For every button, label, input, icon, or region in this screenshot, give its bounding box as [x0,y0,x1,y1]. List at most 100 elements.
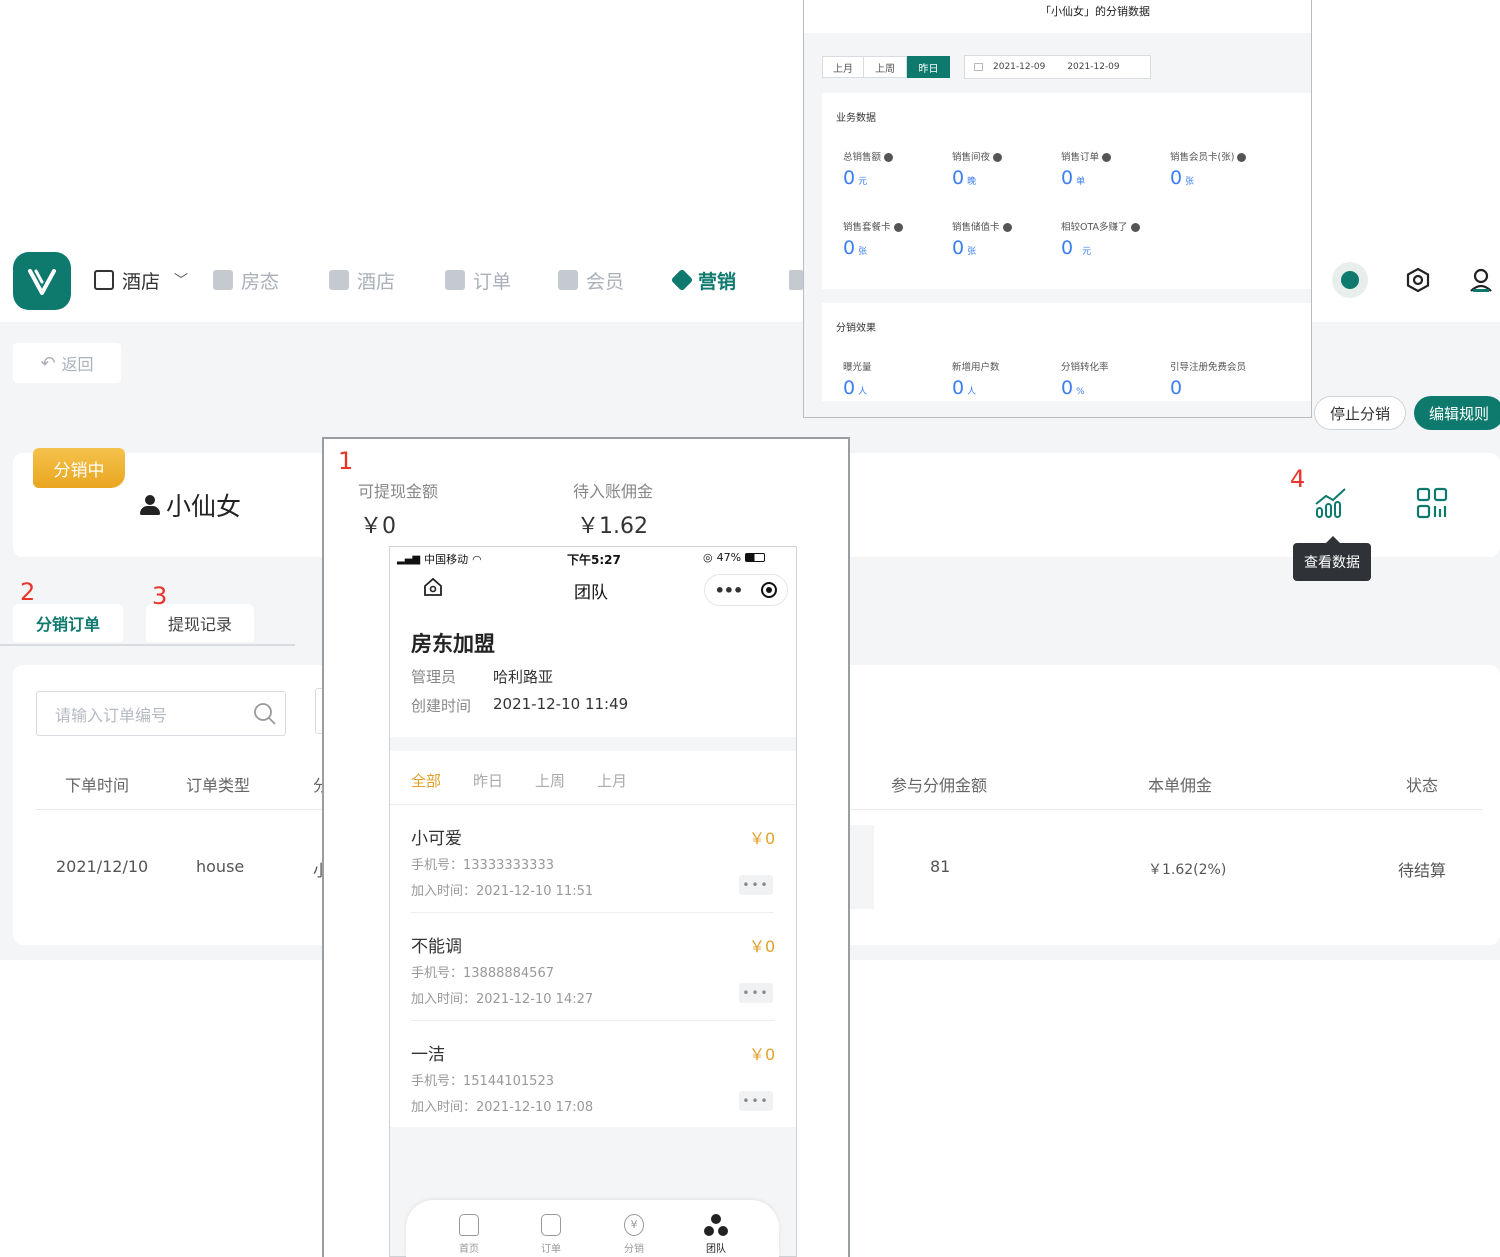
miniprogram-capsule[interactable]: ••• [704,574,788,606]
stat-unit: 单 [1076,177,1086,187]
period-last-week[interactable]: 上周 [864,56,907,78]
battery-icon [745,553,766,562]
member-divider [411,912,774,913]
back-button[interactable]: ↶ 返回 [13,343,121,383]
search-icon [254,703,276,725]
filter-last-month[interactable]: 上月 [597,770,627,791]
nav-members[interactable]: 会员 [558,266,624,294]
member-amount: ￥0 [749,1045,776,1064]
link-icon[interactable] [1332,262,1368,298]
help-icon[interactable] [884,153,894,162]
carrier-name: 中国移动 [424,553,469,566]
stat-label-text: 总销售额 [843,152,882,163]
stat-number: 0 [1170,377,1183,399]
tabbar-team[interactable]: 团队 [696,1214,736,1255]
more-dots-icon[interactable]: ••• [715,581,744,600]
member-joined: 加入时间：2021-12-10 17:08 [411,1100,594,1115]
nav-hotel-switch[interactable]: 酒店 ﹀ [94,266,188,294]
close-miniprogram-icon[interactable] [761,582,778,598]
stat-number: 0 [1061,167,1074,189]
tabbar-orders[interactable]: 订单 [531,1214,571,1255]
help-icon[interactable] [1130,223,1140,232]
period-last-month[interactable]: 上月 [822,56,864,78]
tabbar-orders-label: 订单 [541,1244,561,1255]
stat-number: 0 [843,167,856,189]
member-more-button[interactable]: ••• [739,983,773,1003]
diamond-icon [558,270,578,290]
team-name: 房东加盟 [411,632,495,656]
annotation-marker-3: 3 [152,582,168,610]
member-more-button[interactable]: ••• [739,875,773,895]
withdrawable-label: 可提现金额 [358,482,439,501]
tabbar-home[interactable]: 首页 [449,1214,489,1255]
settings-icon[interactable] [1405,267,1431,293]
tab-underline [0,644,295,646]
user-avatar-icon[interactable] [1468,267,1494,293]
team-icon [704,1214,728,1238]
view-data-tooltip: 查看数据 [1293,536,1371,581]
stop-distribution-button[interactable]: 停止分销 [1314,396,1406,430]
tab-distribution-orders[interactable]: 分销订单 [13,604,123,642]
person-icon [140,495,160,515]
member-more-button[interactable]: ••• [739,1091,773,1111]
nav-hotel-switch-label: 酒店 [122,270,161,293]
stat-label-text: 销售储值卡 [952,222,1000,233]
stat-unit: 张 [967,247,977,257]
home-icon[interactable] [422,576,444,598]
nav-room-status[interactable]: 房态 [213,266,279,294]
nav-overflow-icon[interactable] [789,270,803,290]
nav-room-status-label: 房态 [241,270,280,293]
wifi-icon: ◠ [472,552,482,566]
stat-label: 销售套餐卡 [843,219,903,233]
tabbar-distribution-label: 分销 [624,1244,644,1255]
nav-hotel[interactable]: 酒店 [329,266,395,294]
chart-data-icon[interactable] [1314,486,1348,518]
nav-marketing[interactable]: 营销 [670,266,736,294]
qr-code-icon[interactable] [1416,487,1448,519]
stat-number: 0 [952,237,965,259]
stat-value: 0人 [952,377,976,399]
admin-label: 管理员 [411,668,457,686]
stat-value: 0晚 [952,167,976,189]
withdrawable-value: ￥0 [360,514,396,539]
business-data-card [822,93,1311,289]
stat-unit: 人 [858,387,868,397]
member-name: 不能调 [411,937,462,957]
annotation-marker-2: 2 [20,578,36,606]
building-icon [94,270,114,290]
nav-hotel-label: 酒店 [357,270,396,293]
back-button-label: 返回 [61,355,94,374]
filter-all[interactable]: 全部 [411,770,441,791]
member-divider [411,1020,774,1021]
filter-last-week[interactable]: 上周 [535,770,565,791]
th-status: 状态 [1406,776,1439,795]
alarm-icon: ◎ [703,551,713,564]
order-search-placeholder: 请输入订单编号 [55,705,168,725]
help-icon[interactable] [1102,153,1112,162]
stat-label: 销售订单 [1061,149,1112,163]
cell-status: 待结算 [1398,861,1447,880]
pending-value: ￥1.62 [577,514,648,539]
filter-yesterday[interactable]: 昨日 [473,770,503,791]
tabbar-distribution[interactable]: ¥ 分销 [614,1214,654,1255]
date-range-picker[interactable]: 2021-12-09 2021-12-09 [964,55,1151,79]
help-icon[interactable] [1237,153,1247,162]
stat-number: 0 [1061,377,1074,399]
clipboard-icon [541,1214,561,1236]
stat-label-text: 销售订单 [1061,152,1100,163]
help-icon[interactable] [1002,223,1012,232]
stat-number: 0 [952,167,965,189]
nav-orders[interactable]: 订单 [445,266,511,294]
member-phone: 手机号：13333333333 [411,858,554,873]
stat-label: 销售会员卡(张) [1170,149,1247,163]
order-search-input[interactable]: 请输入订单编号 [36,691,286,736]
battery-level: 47% [716,551,742,564]
status-bar-right: ◎ 47% [703,551,766,564]
help-icon[interactable] [993,153,1003,162]
stat-number: 0 [952,377,965,399]
home-icon [459,1214,479,1236]
help-icon[interactable] [893,223,903,232]
app-logo[interactable] [13,252,71,310]
period-yesterday[interactable]: 昨日 [907,56,950,78]
edit-rules-button[interactable]: 编辑规则 [1414,396,1500,430]
